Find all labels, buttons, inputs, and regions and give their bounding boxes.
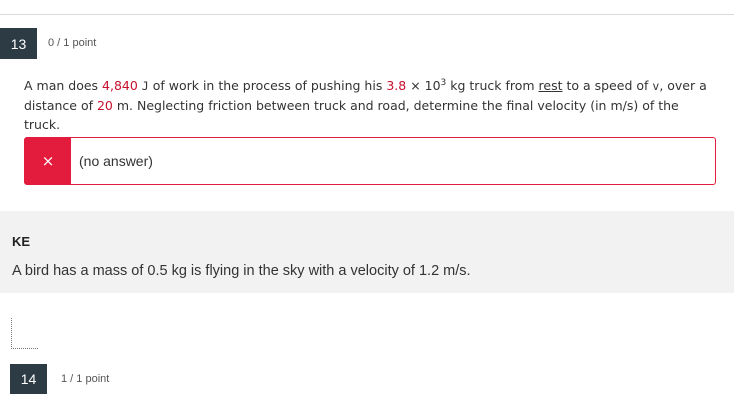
dotted-marker — [11, 318, 38, 349]
answer-box-incorrect: × (no answer) — [24, 137, 716, 185]
ke-description: A bird has a mass of 0.5 kg is flying in… — [12, 263, 471, 279]
ke-title: KE — [12, 234, 31, 249]
ke-text-panel: KE A bird has a mass of 0.5 kg is flying… — [0, 211, 734, 293]
answer-value: (no answer) — [79, 153, 153, 169]
question-number-14: 14 — [10, 364, 47, 394]
question-text: A man does 4,840 J of work in the proces… — [24, 78, 707, 133]
top-divider — [0, 14, 734, 15]
work-unit: J — [141, 79, 149, 94]
question-points: 1 / 1 point — [61, 373, 110, 385]
question-number-13: 13 — [0, 28, 37, 59]
question-points: 0 / 1 point — [48, 37, 97, 49]
rest-term: rest — [538, 78, 563, 94]
incorrect-x-icon: × — [25, 138, 71, 184]
work-value: 4,840 — [102, 78, 138, 94]
distance-value: 20 — [96, 98, 113, 114]
mass-value: 3.8 — [386, 78, 407, 94]
